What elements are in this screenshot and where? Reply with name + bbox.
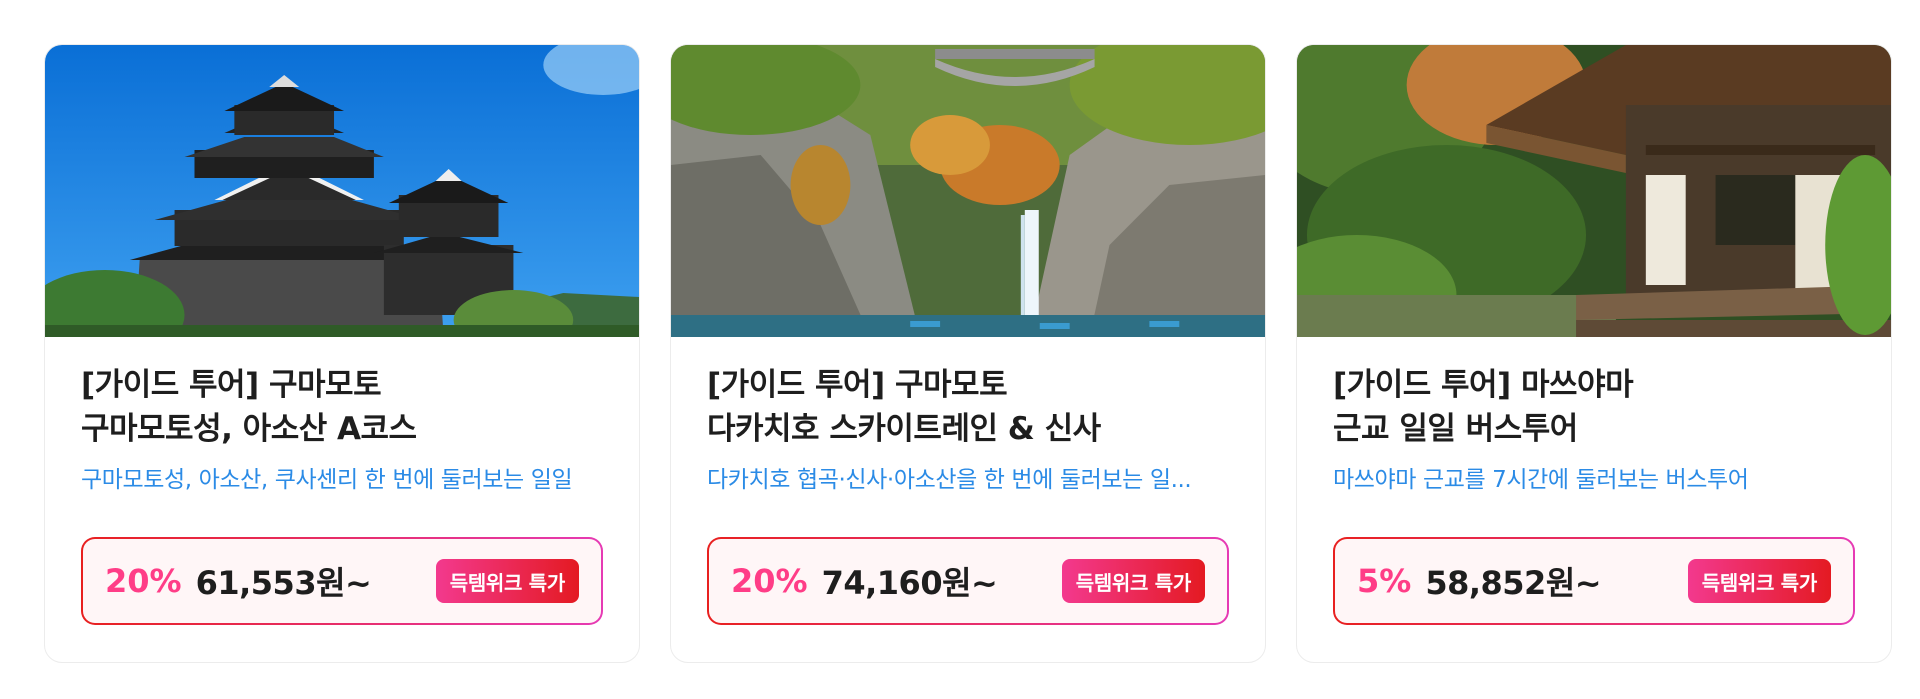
promo-badge: 득템위크 특가 (1061, 559, 1205, 603)
product-card[interactable]: [가이드 투어] 구마모토 구마모토성, 아소산 A코스 구마모토성, 아소산,… (44, 44, 640, 663)
price: 74,160원~ (821, 564, 998, 602)
title-line-2: 구마모토성, 아소산 A코스 (81, 411, 417, 447)
title-line-1: [가이드 투어] 구마모토 (81, 367, 382, 403)
discount-rate: 5% (1357, 562, 1412, 600)
price-box: 20% 74,160원~ 득템위크 특가 (707, 537, 1229, 625)
title-line-1: [가이드 투어] 구마모토 (707, 367, 1008, 403)
product-title[interactable]: [가이드 투어] 구마모토 다카치호 스카이트레인 & 신사 (707, 363, 1229, 451)
price: 58,852원~ (1425, 564, 1602, 602)
price-box: 5% 58,852원~ 득템위크 특가 (1333, 537, 1855, 625)
product-card[interactable]: [가이드 투어] 마쓰야마 근교 일일 버스투어 마쓰야마 근교를 7시간에 둘… (1296, 44, 1892, 663)
takachiho-gorge-image[interactable] (671, 45, 1265, 337)
product-title[interactable]: [가이드 투어] 구마모토 구마모토성, 아소산 A코스 (81, 363, 603, 451)
product-card[interactable]: [가이드 투어] 구마모토 다카치호 스카이트레인 & 신사 다카치호 협곡·신… (670, 44, 1266, 663)
product-description: 구마모토성, 아소산, 쿠사센리 한 번에 둘러보는 일일 (81, 467, 573, 493)
product-card-list: [가이드 투어] 구마모토 구마모토성, 아소산 A코스 구마모토성, 아소산,… (44, 44, 1892, 663)
product-description: 마쓰야마 근교를 7시간에 둘러보는 버스투어 (1333, 467, 1749, 493)
promo-badge: 득템위크 특가 (1687, 559, 1831, 603)
price: 61,553원~ (195, 564, 372, 602)
discount-rate: 20% (105, 562, 182, 600)
price-box: 20% 61,553원~ 득템위크 특가 (81, 537, 603, 625)
matsuyama-pavilion-image[interactable] (1297, 45, 1891, 337)
discount-rate: 20% (731, 562, 808, 600)
product-title[interactable]: [가이드 투어] 마쓰야마 근교 일일 버스투어 (1333, 363, 1855, 451)
promo-badge: 득템위크 특가 (435, 559, 579, 603)
product-description: 다카치호 협곡·신사·아소산을 한 번에 둘러보는 일... (707, 467, 1192, 493)
title-line-2: 근교 일일 버스투어 (1333, 411, 1578, 447)
kumamoto-castle-image[interactable] (45, 45, 639, 337)
title-line-1: [가이드 투어] 마쓰야마 (1333, 367, 1634, 403)
title-line-2: 다카치호 스카이트레인 & 신사 (707, 411, 1101, 447)
